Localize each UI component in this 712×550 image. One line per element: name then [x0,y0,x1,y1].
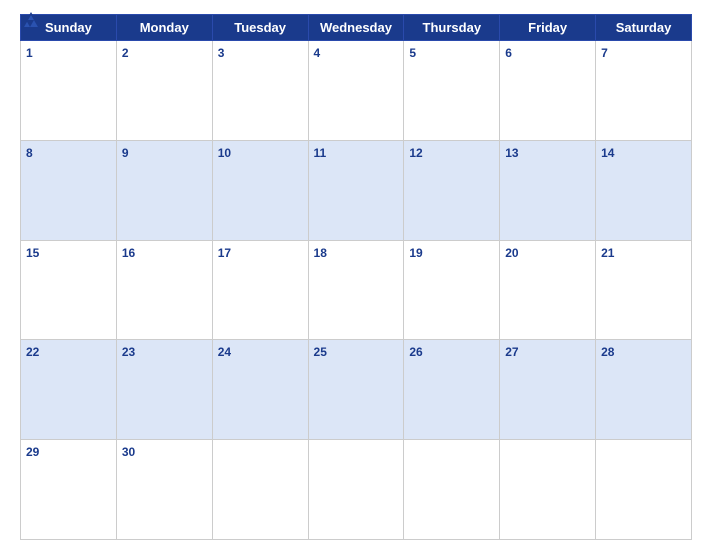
date-number: 21 [601,246,614,260]
date-number: 12 [409,146,422,160]
date-number: 5 [409,46,416,60]
date-number: 30 [122,445,135,459]
date-number: 19 [409,246,422,260]
date-number: 23 [122,345,135,359]
calendar-cell: 25 [308,340,404,440]
date-number: 7 [601,46,608,60]
date-number: 18 [314,246,327,260]
date-number: 1 [26,46,33,60]
calendar-cell: 7 [596,41,692,141]
calendar-cell: 28 [596,340,692,440]
logo-icon [20,10,42,32]
calendar-cell [500,440,596,540]
calendar-week-row: 22 23 24 25 26 27 28 [21,340,692,440]
calendar-cell: 24 [212,340,308,440]
date-number: 15 [26,246,39,260]
weekday-header-tuesday: Tuesday [212,15,308,41]
date-number: 6 [505,46,512,60]
calendar-cell: 17 [212,240,308,340]
date-number: 17 [218,246,231,260]
calendar-table: SundayMondayTuesdayWednesdayThursdayFrid… [20,14,692,540]
date-number: 2 [122,46,129,60]
calendar-cell: 30 [116,440,212,540]
date-number: 3 [218,46,225,60]
date-number: 20 [505,246,518,260]
calendar-week-row: 8 9 10 11 12 13 14 [21,140,692,240]
calendar-cell: 20 [500,240,596,340]
date-number: 29 [26,445,39,459]
date-number: 28 [601,345,614,359]
calendar-cell: 4 [308,41,404,141]
calendar-cell [596,440,692,540]
date-number: 11 [314,146,327,160]
calendar-cell [308,440,404,540]
calendar-cell: 29 [21,440,117,540]
calendar-cell: 27 [500,340,596,440]
calendar-week-row: 15 16 17 18 19 20 21 [21,240,692,340]
weekday-header-friday: Friday [500,15,596,41]
calendar-cell: 26 [404,340,500,440]
date-number: 4 [314,46,321,60]
calendar-cell: 10 [212,140,308,240]
calendar-cell: 5 [404,41,500,141]
calendar-cell: 8 [21,140,117,240]
calendar-cell [404,440,500,540]
weekday-header-wednesday: Wednesday [308,15,404,41]
weekday-header-monday: Monday [116,15,212,41]
date-number: 10 [218,146,231,160]
calendar-cell: 23 [116,340,212,440]
weekday-header-thursday: Thursday [404,15,500,41]
calendar-cell: 22 [21,340,117,440]
calendar-cell: 18 [308,240,404,340]
calendar-week-row: 29 30 [21,440,692,540]
calendar-cell: 6 [500,41,596,141]
weekday-header-row: SundayMondayTuesdayWednesdayThursdayFrid… [21,15,692,41]
date-number: 13 [505,146,518,160]
calendar-cell: 16 [116,240,212,340]
date-number: 25 [314,345,327,359]
weekday-header-saturday: Saturday [596,15,692,41]
calendar-cell: 11 [308,140,404,240]
date-number: 26 [409,345,422,359]
calendar-cell: 14 [596,140,692,240]
calendar-cell: 9 [116,140,212,240]
calendar-cell: 3 [212,41,308,141]
calendar-cell: 12 [404,140,500,240]
calendar-cell: 13 [500,140,596,240]
date-number: 27 [505,345,518,359]
calendar-cell: 19 [404,240,500,340]
date-number: 8 [26,146,33,160]
date-number: 16 [122,246,135,260]
calendar-cell [212,440,308,540]
logo [20,10,45,32]
calendar-cell: 1 [21,41,117,141]
calendar-cell: 21 [596,240,692,340]
date-number: 9 [122,146,129,160]
date-number: 22 [26,345,39,359]
calendar-week-row: 1 2 3 4 5 6 7 [21,41,692,141]
date-number: 24 [218,345,231,359]
calendar-cell: 15 [21,240,117,340]
calendar-cell: 2 [116,41,212,141]
date-number: 14 [601,146,614,160]
